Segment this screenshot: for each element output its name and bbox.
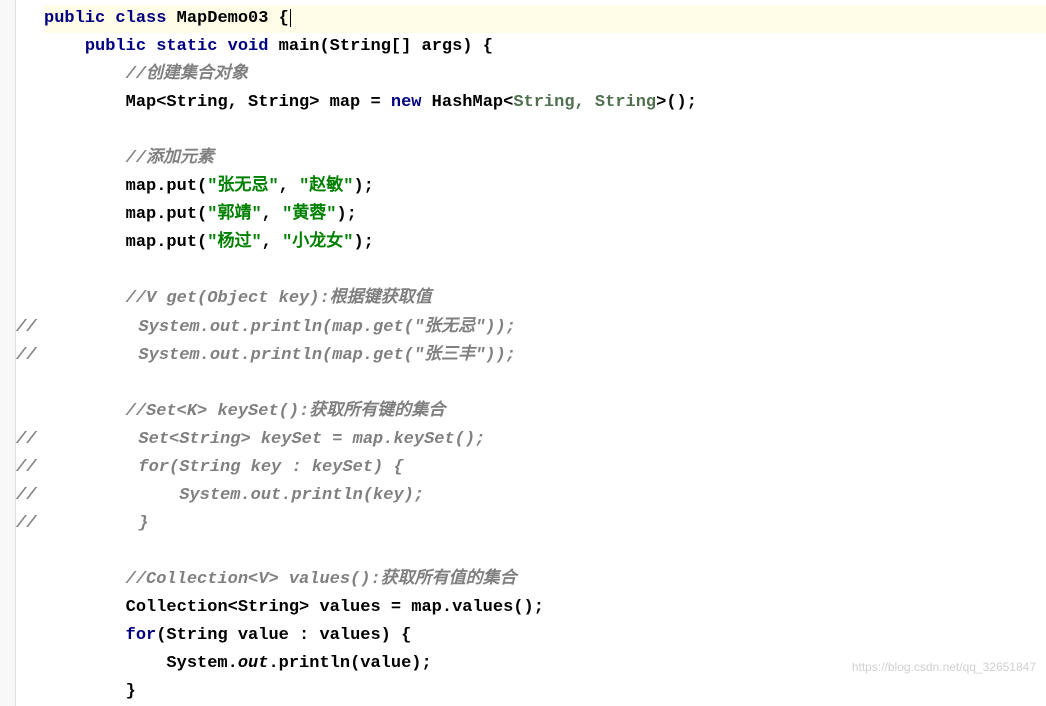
code-line[interactable]: //Set<K> keySet():获取所有键的集合 — [44, 398, 1046, 426]
code-line[interactable]: // System.out.println(key); — [16, 482, 1046, 510]
code-line[interactable]: Map<String, String> map = new HashMap<St… — [44, 89, 1046, 117]
text: .println(value); — [268, 654, 431, 673]
comment: System.out.println(key); — [36, 486, 424, 505]
code-line[interactable]: // Set<String> keySet = map.keySet(); — [16, 426, 1046, 454]
indent — [44, 654, 166, 673]
indent — [44, 177, 126, 196]
string: "小龙女" — [282, 233, 353, 252]
string: "杨过" — [207, 233, 261, 252]
indent — [44, 93, 126, 112]
code-line[interactable]: } — [44, 678, 1046, 706]
code-content[interactable]: public class MapDemo03 { public static v… — [16, 5, 1046, 706]
comment-prefix: // — [16, 430, 36, 449]
code-line[interactable]: //添加元素 — [44, 145, 1046, 173]
text — [268, 9, 278, 28]
comment-prefix: // — [16, 486, 36, 505]
code-line[interactable]: //Collection<V> values():获取所有值的集合 — [44, 566, 1046, 594]
code-line[interactable]: public static void main(String[] args) { — [44, 33, 1046, 61]
text: map.put( — [126, 205, 208, 224]
text: (String value : values) { — [156, 626, 411, 645]
comment: //V get(Object key):根据键获取值 — [126, 289, 432, 308]
comment: System.out.println(map.get("张三丰")); — [36, 346, 515, 365]
code-line[interactable] — [44, 370, 1046, 398]
code-line[interactable]: map.put("张无忌", "赵敏"); — [44, 173, 1046, 201]
code-editor[interactable]: public class MapDemo03 { public static v… — [0, 0, 1046, 706]
params: (String[] args) { — [319, 37, 492, 56]
code-line[interactable]: //V get(Object key):根据键获取值 — [44, 285, 1046, 313]
comment-prefix: // — [16, 514, 36, 533]
text: ); — [336, 205, 356, 224]
text — [105, 9, 115, 28]
indent — [44, 402, 126, 421]
text: >(); — [656, 93, 697, 112]
text: ); — [353, 233, 373, 252]
comment-prefix: // — [16, 458, 36, 477]
string: "张无忌" — [207, 177, 278, 196]
string: "郭靖" — [207, 205, 261, 224]
code-line[interactable]: // System.out.println(map.get("张三丰")); — [16, 342, 1046, 370]
keyword: public — [44, 9, 105, 28]
indent — [44, 570, 126, 589]
code-line[interactable]: // System.out.println(map.get("张无忌")); — [16, 314, 1046, 342]
text: System. — [166, 654, 237, 673]
brace: { — [279, 9, 289, 28]
comment-prefix: // — [16, 346, 36, 365]
indent — [44, 598, 126, 617]
comment-prefix: // — [16, 318, 36, 337]
text: Map<String, String> map = — [126, 93, 391, 112]
static-field: out — [238, 654, 269, 673]
text: Collection<String> values = map.values()… — [126, 598, 544, 617]
code-line[interactable]: Collection<String> values = map.values()… — [44, 594, 1046, 622]
watermark-text: https://blog.csdn.net/qq_32651847 — [852, 658, 1036, 678]
text: map.put( — [126, 233, 208, 252]
code-line[interactable] — [44, 117, 1046, 145]
code-line[interactable] — [44, 257, 1046, 285]
string: "赵敏" — [299, 177, 353, 196]
text: , — [279, 177, 299, 196]
type-param: String, String — [513, 93, 656, 112]
editor-gutter — [0, 0, 16, 706]
text: map.put( — [126, 177, 208, 196]
brace: } — [126, 682, 136, 701]
comment: for(String key : keySet) { — [36, 458, 403, 477]
method-name: main — [279, 37, 320, 56]
comment: Set<String> keySet = map.keySet(); — [36, 430, 485, 449]
keyword: static — [156, 37, 217, 56]
code-line[interactable]: // } — [16, 510, 1046, 538]
indent — [44, 233, 126, 252]
keyword: class — [115, 9, 166, 28]
comment: //Set<K> keySet():获取所有键的集合 — [126, 402, 446, 421]
code-line[interactable]: for(String value : values) { — [44, 622, 1046, 650]
comment: } — [36, 514, 148, 533]
comment: System.out.println(map.get("张无忌")); — [36, 318, 515, 337]
indent — [44, 626, 126, 645]
text: ); — [353, 177, 373, 196]
code-line[interactable]: // for(String key : keySet) { — [16, 454, 1046, 482]
code-line[interactable]: map.put("杨过", "小龙女"); — [44, 229, 1046, 257]
text: , — [262, 233, 282, 252]
code-line[interactable] — [44, 538, 1046, 566]
comment: //添加元素 — [126, 149, 214, 168]
indent — [44, 37, 85, 56]
class-name: MapDemo03 — [177, 9, 269, 28]
keyword: for — [126, 626, 157, 645]
text: , — [262, 205, 282, 224]
text — [166, 9, 176, 28]
indent — [44, 205, 126, 224]
keyword: public — [85, 37, 146, 56]
comment: //Collection<V> values():获取所有值的集合 — [126, 570, 517, 589]
indent — [44, 289, 126, 308]
indent — [44, 65, 126, 84]
code-line[interactable]: map.put("郭靖", "黄蓉"); — [44, 201, 1046, 229]
string: "黄蓉" — [282, 205, 336, 224]
keyword: void — [228, 37, 269, 56]
text: HashMap< — [421, 93, 513, 112]
indent — [44, 149, 126, 168]
keyword: new — [391, 93, 422, 112]
comment: //创建集合对象 — [126, 65, 248, 84]
code-line[interactable]: //创建集合对象 — [44, 61, 1046, 89]
indent — [44, 682, 126, 701]
code-line[interactable]: public class MapDemo03 { — [44, 5, 1046, 33]
text-cursor — [290, 9, 291, 27]
